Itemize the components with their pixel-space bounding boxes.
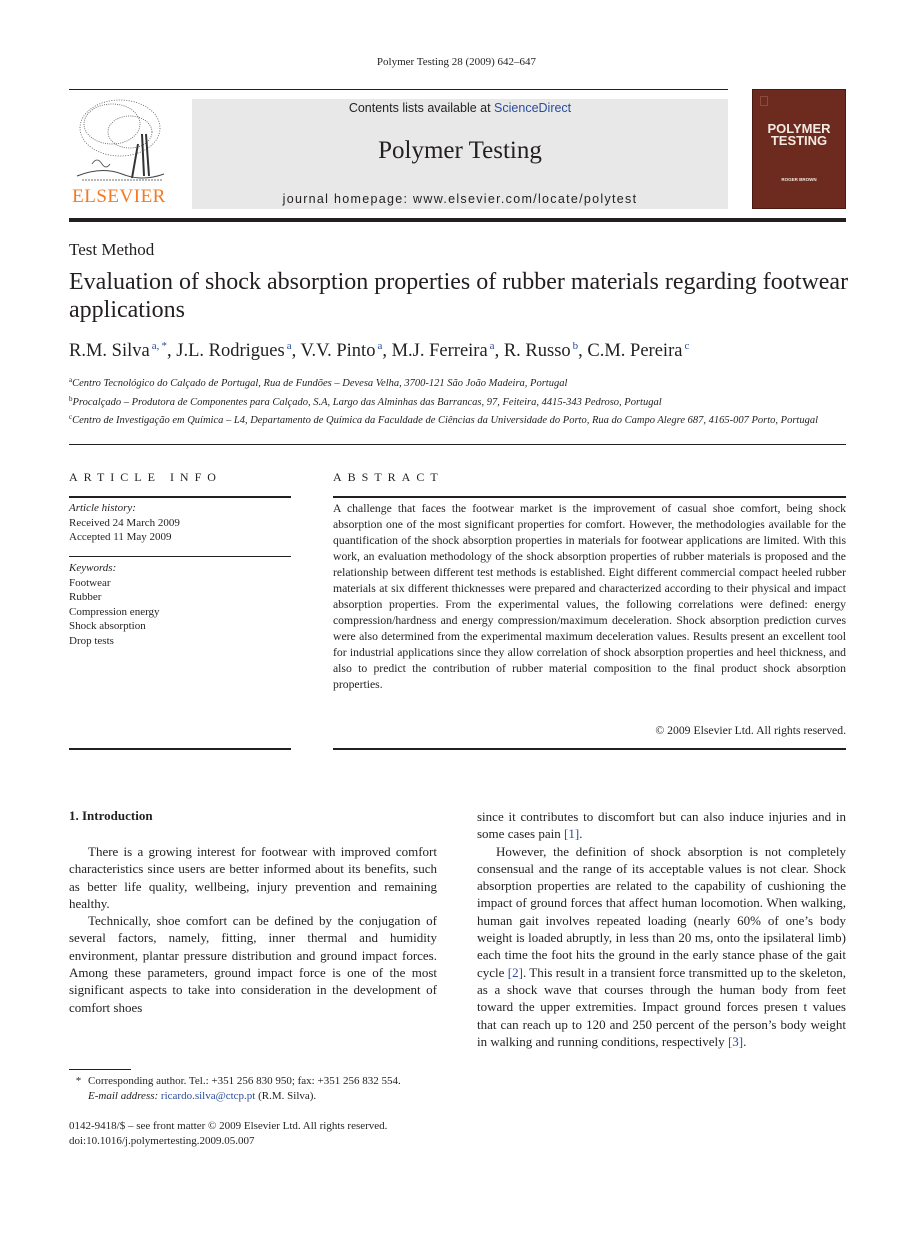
divider <box>69 556 291 557</box>
contents-availability: Contents lists available at ScienceDirec… <box>192 101 728 115</box>
cover-editor: ROGER BROWN <box>781 177 817 182</box>
divider <box>333 748 846 750</box>
author-affiliation-mark[interactable]: a <box>490 340 495 352</box>
doi[interactable]: doi:10.1016/j.polymertesting.2009.05.007 <box>69 1134 469 1149</box>
journal-homepage-link[interactable]: journal homepage: www.elsevier.com/locat… <box>192 192 728 206</box>
sciencedirect-link[interactable]: ScienceDirect <box>494 101 571 115</box>
abstract-heading: ABSTRACT <box>333 470 444 484</box>
author-affiliation-mark[interactable]: a <box>287 340 292 352</box>
elsevier-tree-icon <box>76 99 165 181</box>
email-note: E-mail address: ricardo.silva@ctcp.pt (R… <box>69 1089 449 1104</box>
accepted-date: Accepted 11 May 2009 <box>69 531 172 543</box>
cover-title: POLYMER TESTING <box>753 122 845 148</box>
article-title: Evaluation of shock absorption propertie… <box>69 269 849 323</box>
footnote-star: * <box>75 1075 82 1087</box>
divider <box>69 748 291 750</box>
author-affiliation-mark[interactable]: c <box>684 340 689 352</box>
divider <box>69 496 291 498</box>
cover-emblem-icon <box>760 96 768 106</box>
divider <box>333 496 846 498</box>
corresponding-text: Corresponding author. Tel.: +351 256 830… <box>88 1075 401 1087</box>
keywords-label: Keywords: <box>69 562 117 574</box>
paragraph-text: . This result in a transient force trans… <box>477 964 847 1049</box>
affiliations: aCentro Tecnológico do Calçado de Portug… <box>69 373 849 429</box>
affiliation-b: bProcalçado – Produtora de Componentes p… <box>69 392 849 411</box>
paragraph-text: However, the definition of shock absorpt… <box>477 843 846 980</box>
author-affiliation-mark[interactable]: a <box>377 340 382 352</box>
author-list: R.M. Silva a, *, J.L. Rodrigues a, V.V. Pi… <box>69 340 690 361</box>
author[interactable]: R. Russo b <box>503 340 579 361</box>
author[interactable]: C.M. Pereira c <box>587 340 689 361</box>
paragraph-text: since it contributes to discomfort but c… <box>477 809 846 842</box>
email-label: E-mail address: <box>88 1090 159 1102</box>
keywords: Keywords: Footwear Rubber Compression en… <box>69 561 291 648</box>
journal-reference: Polymer Testing 28 (2009) 642–647 <box>376 56 537 68</box>
elsevier-wordmark: ELSEVIER <box>72 186 166 207</box>
citation-link[interactable]: [2] <box>508 965 523 980</box>
author[interactable]: M.J. Ferreira a <box>391 340 495 361</box>
cover-title-line2: TESTING <box>770 133 828 148</box>
keyword: Compression energy <box>69 605 160 618</box>
citation-link[interactable]: [1] <box>564 826 579 841</box>
affiliation-text: Centro de Investigação em Química – L4, … <box>72 415 818 426</box>
journal-cover-thumbnail[interactable]: POLYMER TESTING ROGER BROWN <box>752 89 846 209</box>
front-matter: 0142-9418/$ – see front matter © 2009 El… <box>69 1119 469 1149</box>
section-heading-introduction: 1. Introduction <box>69 808 153 823</box>
author-affiliation-mark[interactable]: a, * <box>152 340 167 352</box>
received-date: Received 24 March 2009 <box>69 516 180 529</box>
keyword: Footwear <box>69 576 111 589</box>
header-rule <box>69 89 728 90</box>
author-name: R.M. Silva <box>69 341 150 361</box>
history-label: Article history: <box>69 502 136 514</box>
paragraph: However, the definition of shock absorpt… <box>477 843 847 1049</box>
citation-link[interactable]: [3] <box>728 1034 743 1049</box>
body-column-left: There is a growing interest for footwear… <box>69 843 437 1016</box>
paragraph: There is a growing interest for footwear… <box>69 844 437 911</box>
elsevier-logo[interactable]: ELSEVIER <box>69 94 169 210</box>
article-history: Article history: Received 24 March 2009 … <box>69 501 291 545</box>
footnote-rule <box>69 1069 131 1070</box>
footnote: * Corresponding author. Tel.: +351 256 83… <box>69 1074 449 1104</box>
author[interactable]: R.M. Silva a, * <box>69 340 167 361</box>
issn-line: 0142-9418/$ – see front matter © 2009 El… <box>69 1120 388 1132</box>
keyword: Rubber <box>69 591 102 603</box>
divider <box>69 444 846 445</box>
author[interactable]: J.L. Rodrigues a <box>176 340 292 361</box>
affiliation-c: cCentro de Investigação em Química – L4,… <box>69 410 849 429</box>
author-name: J.L. Rodrigues <box>176 341 285 361</box>
paragraph: since it contributes to discomfort but c… <box>477 809 846 842</box>
header-thick-rule <box>69 218 846 222</box>
corresponding-author-note: * Corresponding author. Tel.: +351 256 83… <box>69 1074 449 1089</box>
affiliation-text: Procalçado – Produtora de Componentes pa… <box>72 396 662 408</box>
author-name: V.V. Pinto <box>300 341 376 361</box>
keyword: Shock absorption <box>69 620 146 632</box>
email-link[interactable]: ricardo.silva@ctcp.pt <box>161 1090 255 1102</box>
article-type: Test Method <box>69 240 155 259</box>
journal-name: Polymer Testing <box>378 137 542 164</box>
keyword: Drop tests <box>69 634 114 647</box>
author-affiliation-mark[interactable]: b <box>573 340 579 352</box>
paragraph: Technically, shoe comfort can be defined… <box>69 913 437 1015</box>
article-info-heading: ARTICLE INFO <box>69 470 222 484</box>
body-column-right: since it contributes to discomfort but c… <box>477 808 846 1050</box>
affiliation-text: Centro Tecnológico do Calçado de Portuga… <box>72 378 568 389</box>
author-name: R. Russo <box>503 341 571 361</box>
affiliation-a: aCentro Tecnológico do Calçado de Portug… <box>69 373 849 392</box>
author-name: C.M. Pereira <box>587 341 683 361</box>
journal-banner: Contents lists available at ScienceDirec… <box>192 99 728 209</box>
author[interactable]: V.V. Pinto a <box>300 340 383 361</box>
email-suffix: (R.M. Silva). <box>255 1090 317 1102</box>
abstract-text: A challenge that faces the footwear mark… <box>333 502 846 691</box>
author-name: M.J. Ferreira <box>391 341 488 361</box>
contents-prefix: Contents lists available at <box>348 101 495 115</box>
abstract-copyright: © 2009 Elsevier Ltd. All rights reserved… <box>655 724 846 737</box>
